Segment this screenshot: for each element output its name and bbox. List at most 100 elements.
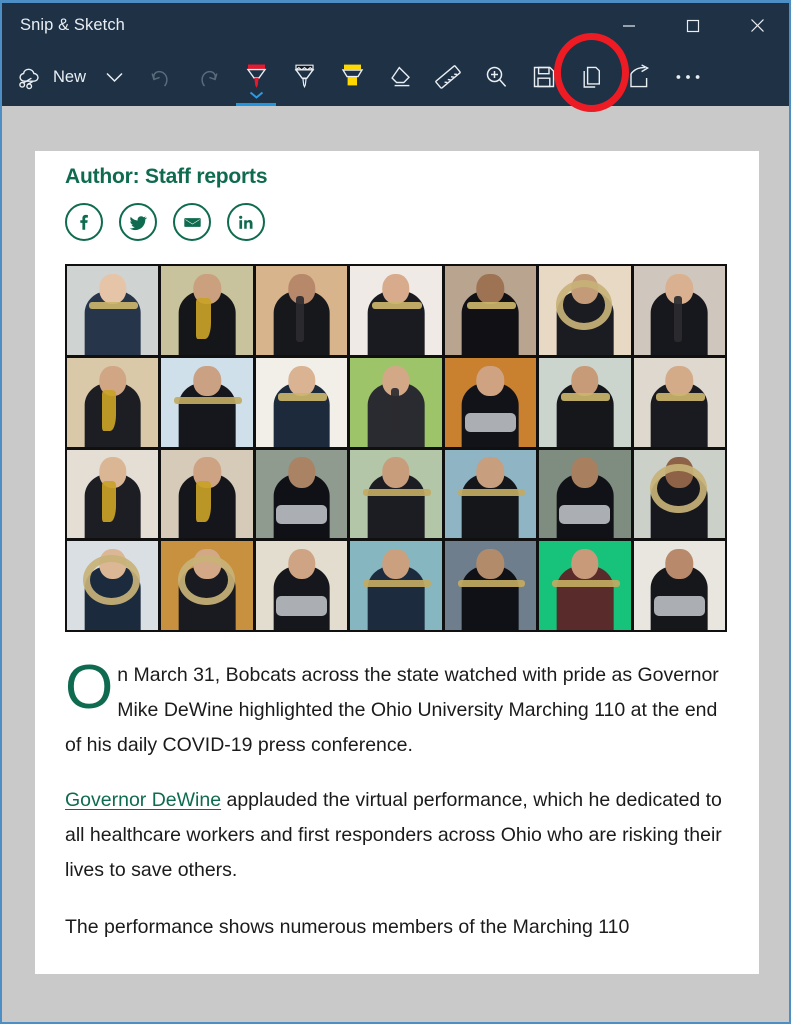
ellipsis-icon — [676, 75, 700, 79]
instrument-saxophone — [196, 481, 211, 523]
minimize-button[interactable] — [597, 3, 661, 48]
performer-head — [287, 457, 316, 488]
share-email-button[interactable] — [173, 203, 211, 241]
instrument-trombone — [457, 488, 526, 496]
highlighter-icon — [341, 64, 363, 86]
maximize-button[interactable] — [661, 3, 725, 48]
copy-button[interactable] — [568, 48, 616, 106]
photo-cell — [161, 541, 253, 630]
save-button[interactable] — [520, 48, 568, 106]
performer-head — [476, 549, 505, 580]
window-controls — [597, 3, 789, 48]
share-facebook-button[interactable] — [65, 203, 103, 241]
marching-110-virtual-performance-grid — [65, 264, 727, 632]
photo-cell — [539, 357, 631, 447]
article-body: On March 31, Bobcats across the state wa… — [35, 653, 759, 945]
photo-cell — [633, 266, 725, 355]
performer-head — [98, 273, 127, 305]
photo-cell — [444, 541, 537, 630]
toolbar: New — [2, 48, 789, 106]
governor-dewine-link[interactable]: Governor DeWine — [65, 789, 221, 811]
instrument-trombone — [174, 396, 242, 404]
ballpoint-pen-button[interactable] — [232, 48, 280, 106]
photo-cell — [350, 449, 442, 539]
snip-canvas[interactable]: Author: Staff reports O n March 31, Bobc… — [2, 106, 789, 1022]
new-snip-label: New — [53, 67, 87, 86]
performer-head — [571, 457, 599, 488]
performer-head — [571, 549, 599, 580]
photo-cell — [255, 357, 348, 447]
article-dropcap: O — [65, 653, 114, 722]
instrument-drums — [653, 596, 705, 616]
photo-cell — [67, 541, 159, 630]
new-snip-button[interactable]: New — [2, 48, 92, 106]
photo-cell — [255, 266, 348, 355]
instrument-saxophone — [101, 389, 117, 431]
performer-head — [193, 365, 221, 396]
undo-arrow-icon — [150, 70, 168, 87]
share-button[interactable] — [616, 48, 664, 106]
photo-cell — [633, 449, 725, 539]
performer-head — [476, 457, 505, 488]
photo-cell — [255, 449, 348, 539]
redo-button[interactable] — [184, 48, 232, 106]
instrument-saxophone — [196, 297, 211, 339]
photo-cell — [67, 266, 159, 355]
performer-head — [476, 365, 505, 396]
new-snip-dropdown-button[interactable] — [92, 48, 136, 106]
photo-cell — [67, 449, 159, 539]
performer-head — [476, 273, 505, 305]
instrument-trombone — [551, 580, 620, 588]
instrument-sousaphone — [555, 280, 613, 330]
maximize-icon — [686, 19, 700, 32]
photo-cell — [350, 266, 442, 355]
instrument-drums — [275, 504, 328, 525]
pencil-button[interactable] — [280, 48, 328, 106]
photo-cell — [539, 541, 631, 630]
copy-pages-icon — [583, 66, 601, 88]
photo-cell — [350, 357, 442, 447]
performer-head — [382, 549, 410, 580]
photo-cell — [161, 266, 253, 355]
photo-cell — [161, 357, 253, 447]
share-twitter-button[interactable] — [119, 203, 157, 241]
photo-cell — [633, 541, 725, 630]
undo-button[interactable] — [136, 48, 184, 106]
snip-and-sketch-window: Snip & Sketch New Author: Staff reports … — [0, 0, 791, 1024]
eraser-button[interactable] — [376, 48, 424, 106]
twitter-bird-icon — [129, 215, 147, 230]
instrument-sousaphone — [650, 463, 707, 514]
window-title: Snip & Sketch — [20, 16, 125, 34]
article-author: Author: Staff reports — [65, 165, 268, 188]
ruler-icon — [435, 65, 461, 89]
performer-head — [571, 365, 599, 396]
instrument-trombone — [363, 580, 431, 588]
instrument-saxophone — [101, 481, 117, 523]
share-linkedin-button[interactable] — [227, 203, 265, 241]
article-paragraph-1-text: n March 31, Bobcats across the state wat… — [65, 664, 719, 756]
performer-head — [665, 365, 693, 396]
image-crop-button[interactable] — [472, 48, 520, 106]
floppy-disk-save-icon — [533, 66, 555, 88]
instrument-clarinet — [673, 296, 682, 343]
close-button[interactable] — [725, 3, 789, 48]
see-more-button[interactable] — [664, 48, 712, 106]
instrument-sousaphone — [83, 555, 141, 606]
instrument-trumpet — [466, 301, 517, 310]
redo-arrow-icon — [200, 70, 218, 87]
photo-cell — [350, 541, 442, 630]
close-icon — [750, 19, 764, 32]
pen-options-chevron-icon[interactable] — [232, 91, 280, 99]
performer-head — [382, 457, 410, 488]
instrument-trumpet — [655, 393, 705, 402]
photo-cell — [539, 266, 631, 355]
ruler-button[interactable] — [424, 48, 472, 106]
pencil-icon — [294, 64, 314, 89]
instrument-mellophone — [372, 301, 422, 310]
highlighter-button[interactable] — [328, 48, 376, 106]
chevron-down-icon — [105, 72, 123, 82]
photo-cell — [67, 357, 159, 447]
photo-cell — [539, 449, 631, 539]
performer-head — [665, 549, 693, 580]
instrument-trumpet — [561, 393, 611, 402]
